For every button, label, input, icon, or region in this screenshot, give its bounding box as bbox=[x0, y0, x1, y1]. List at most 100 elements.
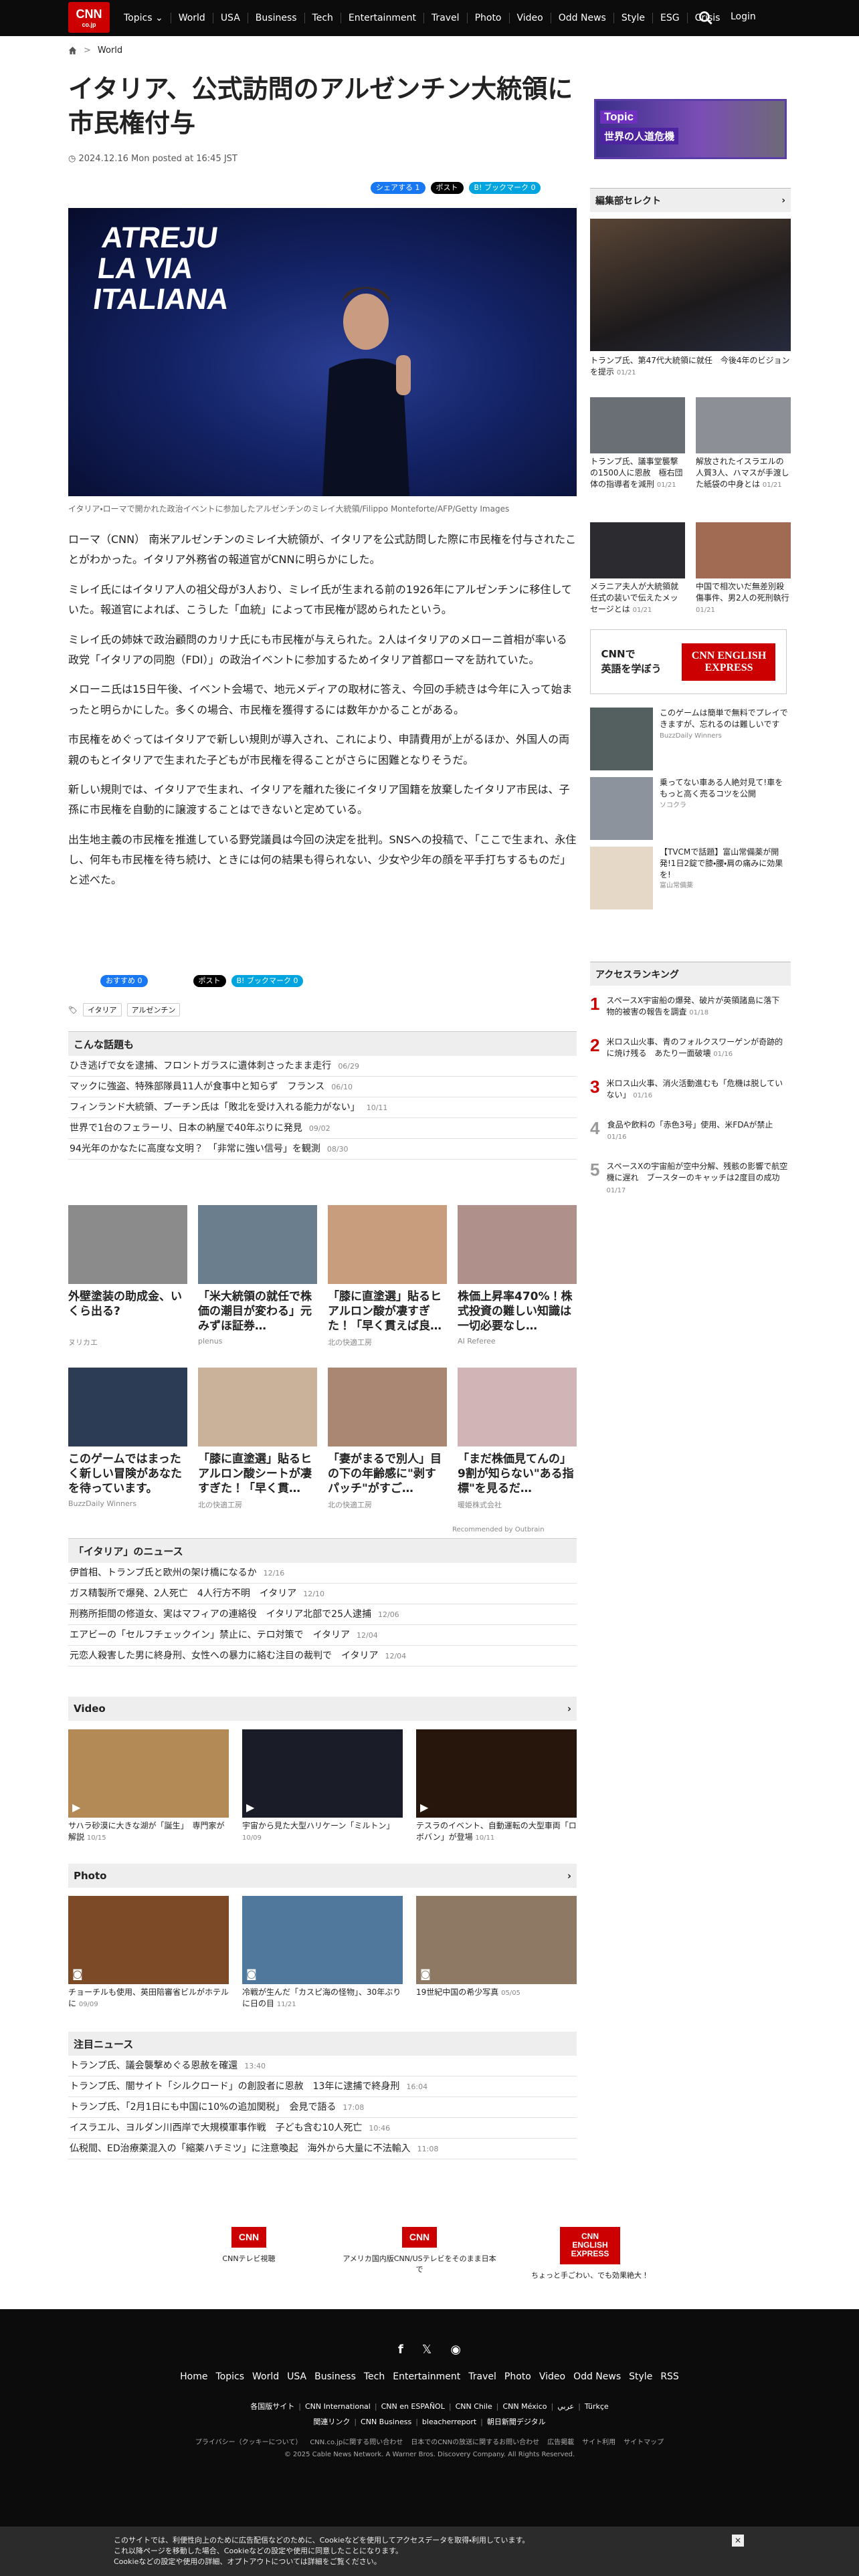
cnn-logo[interactable]: CNN co.jp bbox=[68, 2, 110, 33]
tag-italy[interactable]: イタリア bbox=[82, 1003, 122, 1016]
footer-link[interactable]: Entertainment bbox=[393, 2371, 460, 2382]
footer-link[interactable]: CNN Business bbox=[361, 2418, 411, 2426]
photo-card[interactable]: ◙ 冷戦が生んだ「カスピ海の怪物」、30年ぶりに日の目 11/21 bbox=[242, 1896, 403, 2010]
footer-link[interactable]: Video bbox=[539, 2371, 565, 2382]
sponsored-card[interactable]: 「妻がまるで別人」目の下の年齢感に"剥すパッチ"がすご… 北の快適工房 bbox=[328, 1368, 447, 1510]
sponsored-card[interactable]: 「膝に直塗選」貼るヒアルロン酸シートが凄すぎた！「早く貫… 北の快適工房 bbox=[198, 1368, 317, 1510]
list-item[interactable]: 94光年のかなたに高度な文明？ 「非常に強い信号」を観測 08/30 bbox=[68, 1139, 577, 1160]
breadcrumb-world[interactable]: World bbox=[98, 45, 122, 56]
sponsored-card[interactable]: このゲームではまったく新しい冒険があなたを待っています。 BuzzDaily Wi… bbox=[68, 1368, 187, 1508]
footer-link[interactable]: CNN México bbox=[502, 2402, 547, 2411]
footer-link[interactable]: Home bbox=[180, 2371, 207, 2382]
sponsored-card[interactable]: 株価上昇率470%！株式投資の難しい知識は一切必要なし… AI Referee bbox=[458, 1205, 577, 1346]
photo-header[interactable]: Photo › bbox=[68, 1864, 577, 1888]
search-icon[interactable] bbox=[697, 9, 714, 27]
footer-link[interactable]: CNN International bbox=[305, 2402, 371, 2411]
footer-link[interactable]: عربي bbox=[557, 2402, 574, 2411]
list-item[interactable]: トランプ氏、議会襲撃めぐる恩赦を確還 13:40 bbox=[68, 2056, 577, 2076]
hatena-bookmark-button[interactable]: B! ブックマーク 0 bbox=[231, 975, 304, 987]
sponsored-card[interactable]: 外壁塗装の助成金、いくら出る? ヌリカエ bbox=[68, 1205, 187, 1348]
nav-item-11[interactable]: ESG bbox=[653, 13, 688, 23]
ranking-item[interactable]: 3 米ロス山火事、消火活動進むも「危機は脱していない」 01/16 bbox=[590, 1078, 791, 1101]
ranking-item[interactable]: 2 米ロス山火事、青のフォルクスワーゲンが奇跡的に焼け残る あたり一面破壊 01/… bbox=[590, 1037, 791, 1060]
tag-argentina[interactable]: アルゼンチン bbox=[126, 1003, 181, 1016]
sidebar-ad[interactable]: 乗ってない車ある人絶対見て!車をもっと高く売るコツを公開 ソコクラ bbox=[590, 777, 791, 840]
home-icon[interactable] bbox=[68, 46, 77, 55]
facebook-icon[interactable]: f bbox=[398, 2343, 403, 2357]
video-card[interactable]: ▶ サハラ砂漠に大きな湖が「誕生」 専門家が解説 10/15 bbox=[68, 1729, 229, 1844]
editor-select-header[interactable]: 編集部セレクト › bbox=[590, 188, 791, 212]
footer-link[interactable]: CNN Chile bbox=[456, 2402, 492, 2411]
sponsored-card[interactable]: 「膝に直塗選」貼るヒアルロン酸が凄すぎた！「早く貫えば良… 北の快適工房 bbox=[328, 1205, 447, 1348]
footer-link[interactable]: Travel bbox=[468, 2371, 496, 2382]
footer-link[interactable]: サイトマップ bbox=[624, 2439, 664, 2446]
list-item[interactable]: トランプ氏、闇サイト「シルクロード」の創設者に恩赦 13年に逮捕で終身刑 16:0… bbox=[68, 2076, 577, 2097]
nav-item-6[interactable]: Travel bbox=[424, 13, 468, 23]
footer-link[interactable]: Türkçe bbox=[585, 2402, 609, 2411]
nav-item-1[interactable]: World bbox=[171, 13, 213, 23]
video-header[interactable]: Video › bbox=[68, 1697, 577, 1721]
banner-2[interactable]: CNN ENGLISH EXPRESS ちょっと手ごわい、でも効果絶大！ bbox=[510, 2227, 670, 2280]
list-item[interactable]: 元恋人殺害した男に終身刑、女性への暴力に絡む注目の裁判で イタリア 12/04 bbox=[68, 1646, 577, 1667]
photo-card[interactable]: ◙ チョーチルも使用、英田陪審省ビルがホテルに 09/09 bbox=[68, 1896, 229, 2010]
nav-item-9[interactable]: Odd News bbox=[551, 13, 614, 23]
ranking-item[interactable]: 4 食品や飲料の「赤色3号」使用、米FDAが禁止 01/16 bbox=[590, 1119, 791, 1143]
footer-link[interactable]: Business bbox=[314, 2371, 356, 2382]
footer-link[interactable]: World bbox=[252, 2371, 279, 2382]
outbrain-credit[interactable]: Recommended by Outbrain bbox=[452, 1526, 545, 1533]
footer-link[interactable]: CNN en ESPAÑOL bbox=[381, 2402, 445, 2411]
banner-0[interactable]: CNN CNNテレビ視聴 bbox=[169, 2227, 329, 2264]
list-item[interactable]: エアビーの「セルフチェックイン」禁止に、テロ対策で イタリア 12/04 bbox=[68, 1625, 577, 1646]
rss-icon[interactable]: ◉ bbox=[450, 2343, 461, 2357]
footer-link[interactable]: Tech bbox=[364, 2371, 385, 2382]
list-item[interactable]: 世界で1台のフェラーリ、日本の納屋で40年ぶりに発見 09/02 bbox=[68, 1118, 577, 1139]
editor-card[interactable]: 解放されたイスラエルの人質3人、ハマスが手渡した紙袋の中身とは 01/21 bbox=[696, 397, 791, 490]
editor-card[interactable]: 中国で相次いだ無差別殺傷事件、男2人の死刑執行 01/21 bbox=[696, 522, 791, 615]
facebook-share-button[interactable]: シェアする 1 bbox=[371, 182, 425, 194]
list-item[interactable]: ひき逃げで女を逮捕、フロントガラスに遺体刺さったまま走行 06/29 bbox=[68, 1056, 577, 1077]
footer-link[interactable]: bleacherreport bbox=[422, 2418, 476, 2426]
list-item[interactable]: ガス精製所で爆発、2人死亡 4人行方不明 イタリア 12/10 bbox=[68, 1584, 577, 1604]
editor-card[interactable]: トランプ氏、議事堂襲撃の1500人に恩赦 極右団体の指導者を減刑 01/21 bbox=[590, 397, 685, 490]
banner-1[interactable]: CNN アメリカ国内版CNN/USテレビをそのまま日本で bbox=[339, 2227, 500, 2274]
footer-link[interactable]: RSS bbox=[660, 2371, 679, 2382]
nav-item-8[interactable]: Video bbox=[510, 13, 551, 23]
footer-link[interactable]: USA bbox=[287, 2371, 306, 2382]
sidebar-ad[interactable]: 【TVCMで話題】富山常備薬が開発!1日2錠で膝・腰・肩の痛みに効果を! 富山常備… bbox=[590, 847, 791, 909]
list-item[interactable]: フィンランド大統領、プーチン氏は「敗北を受け入れる能力がない」 10/11 bbox=[68, 1097, 577, 1118]
nav-item-2[interactable]: USA bbox=[213, 13, 248, 23]
list-item[interactable]: イスラエル、ヨルダン川西岸で大規模軍事作戦 子ども含む10人死亡 10:46 bbox=[68, 2118, 577, 2139]
editor-card[interactable]: メラニア夫人が大統領就任式の装いで伝えたメッセージとは 01/21 bbox=[590, 522, 685, 615]
ranking-item[interactable]: 1 スペースX宇宙船の爆発、破片が英領諸島に落下 物的被害の報告を調査 01/18 bbox=[590, 995, 791, 1018]
sponsored-card[interactable]: 「米大統領の就任で株価の潮目が変わる」元みずほ証券… plenus bbox=[198, 1205, 317, 1346]
footer-link[interactable]: 関連リンク bbox=[313, 2418, 350, 2426]
sidebar-ad[interactable]: このゲームは簡単で無料でプレイできますが、忘れるのは難しいです BuzzDaily… bbox=[590, 708, 791, 770]
nav-item-4[interactable]: Tech bbox=[305, 13, 341, 23]
footer-link[interactable]: Photo bbox=[504, 2371, 531, 2382]
footer-link[interactable]: プライバシー（クッキーについて） bbox=[195, 2439, 302, 2446]
footer-link[interactable]: 日本でのCNNの放送に関するお問い合わせ bbox=[411, 2439, 539, 2446]
editor-main-card[interactable]: トランプ氏、第47代大統領に就任 今後4年のビジョンを提示 01/21 bbox=[590, 219, 791, 378]
list-item[interactable]: 仏税間、ED治療薬混入の「縮薬ハチミツ」に注意喚起 海外から大量に不法輸入 11:… bbox=[68, 2139, 577, 2159]
video-card[interactable]: ▶ テスラのイベント、自動運転の大型車両「ロボバン」が登場 10/11 bbox=[416, 1729, 577, 1844]
hatena-bookmark-button[interactable]: B! ブックマーク 0 bbox=[468, 182, 541, 194]
list-item[interactable]: 伊首相、トランプ氏と欧州の架け橋になるか 12/16 bbox=[68, 1563, 577, 1584]
video-card[interactable]: ▶ 宇宙から見た大型ハリケーン「ミルトン」 10/09 bbox=[242, 1729, 403, 1844]
nav-item-7[interactable]: Photo bbox=[468, 13, 510, 23]
photo-card[interactable]: ◙ 19世紀中国の希少写真 05/05 bbox=[416, 1896, 577, 1999]
x-icon[interactable]: 𝕏 bbox=[422, 2343, 432, 2357]
facebook-recommend-button[interactable]: おすすめ 0 bbox=[100, 975, 148, 987]
footer-link[interactable]: Style bbox=[629, 2371, 652, 2382]
nav-item-3[interactable]: Business bbox=[248, 13, 305, 23]
list-item[interactable]: 刑務所拒間の修道女、実はマフィアの連絡役 イタリア北部で25人逮捕 12/06 bbox=[68, 1604, 577, 1625]
x-post-button[interactable]: ポスト bbox=[430, 182, 464, 194]
ranking-item[interactable]: 5 スペースXの宇宙船が空中分解、残骸の影響で航空機に遅れ ブースターのキャッチは… bbox=[590, 1161, 791, 1196]
english-express-ad[interactable]: CNNで 英語を学ぼう CNN ENGLISH EXPRESS bbox=[590, 629, 787, 694]
login-link[interactable]: Login bbox=[731, 11, 756, 22]
list-item[interactable]: トランプ氏、「2月1日にも中国に10%の追加関税」 会見で語る 17:08 bbox=[68, 2097, 577, 2118]
footer-link[interactable]: 各国版サイト bbox=[250, 2402, 294, 2411]
topic-banner[interactable]: Topic 世界の人道危機 bbox=[594, 99, 787, 159]
footer-link[interactable]: Topics bbox=[216, 2371, 245, 2382]
nav-item-10[interactable]: Style bbox=[614, 13, 653, 23]
footer-link[interactable]: サイト利用 bbox=[582, 2439, 615, 2446]
